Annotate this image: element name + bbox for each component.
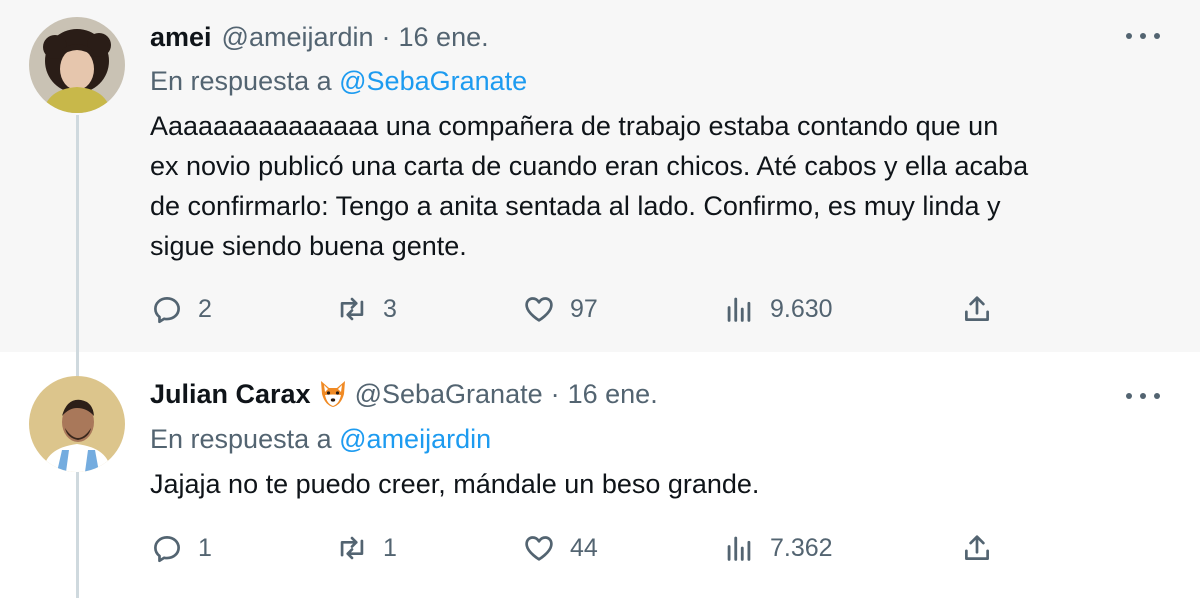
reply-to-link[interactable]: @SebaGranate (339, 66, 527, 96)
fox-face-icon (320, 381, 345, 407)
tweet-header: Julian Carax @SebaGranate · 16 ene. (150, 378, 658, 410)
heart-icon (525, 536, 553, 561)
avatar-image (29, 17, 125, 113)
reply-button[interactable]: 2 (150, 291, 212, 327)
retweet-icon (340, 297, 364, 321)
like-button[interactable]: 97 (522, 291, 598, 327)
views-chart-icon (727, 536, 751, 561)
thread-connector-line (76, 115, 79, 352)
avatar-julian-carax[interactable] (29, 376, 125, 472)
reply-context: En respuesta a @ameijardin (150, 424, 491, 455)
tweet-header: amei @ameijardin · 16 ene. (150, 22, 489, 53)
more-options-icon[interactable] (1126, 24, 1160, 48)
share-icon (965, 296, 989, 321)
thread-connector-line (76, 352, 79, 378)
reply-button[interactable]: 1 (150, 530, 212, 566)
reply-count: 1 (198, 533, 212, 562)
retweet-icon (340, 536, 364, 560)
reply-count: 2 (198, 294, 212, 323)
views-button[interactable]: 7.362 (722, 530, 833, 566)
tweet-text: Aaaaaaaaaaaaaaa una compañera de trabajo… (150, 106, 1160, 266)
share-button[interactable] (960, 291, 994, 327)
reply-prefix: En respuesta a (150, 66, 332, 96)
heart-icon (525, 297, 553, 322)
tweet-date[interactable]: 16 ene. (568, 379, 658, 410)
avatar-image (29, 376, 125, 472)
tweet-thread: amei @ameijardin · 16 ene. En respuesta … (0, 0, 1200, 598)
like-count: 97 (570, 294, 598, 323)
like-button[interactable]: 44 (522, 530, 598, 566)
display-name[interactable]: Julian Carax (150, 379, 311, 410)
reply-to-link[interactable]: @ameijardin (339, 424, 491, 454)
tweet-text-line: de confirmarlo: Tengo a anita sentada al… (150, 191, 1001, 221)
tweet-text-line: Jajaja no te puedo creer, mándale un bes… (150, 469, 760, 499)
tweet-sebagranate[interactable]: Julian Carax @SebaGranate · 16 ene. En r… (0, 352, 1200, 598)
reply-icon (154, 536, 180, 563)
reply-prefix: En respuesta a (150, 424, 332, 454)
display-name[interactable]: amei (150, 22, 212, 53)
share-icon (965, 535, 989, 560)
more-options-icon[interactable] (1126, 384, 1160, 408)
tweet-text-line: ex novio publicó una carta de cuando era… (150, 151, 1029, 181)
retweet-button[interactable]: 3 (335, 291, 397, 327)
share-button[interactable] (960, 530, 994, 566)
user-handle[interactable]: @ameijardin (222, 22, 374, 53)
view-count: 9.630 (770, 294, 833, 323)
thread-connector-line (76, 472, 79, 598)
view-count: 7.362 (770, 533, 833, 562)
tweet-ameijardin[interactable]: amei @ameijardin · 16 ene. En respuesta … (0, 0, 1200, 352)
reply-icon (154, 297, 180, 324)
like-count: 44 (570, 533, 598, 562)
retweet-count: 3 (383, 294, 397, 323)
separator-dot: · (381, 22, 391, 52)
retweet-count: 1 (383, 533, 397, 562)
tweet-date[interactable]: 16 ene. (399, 22, 489, 53)
tweet-text-line: Aaaaaaaaaaaaaaa una compañera de trabajo… (150, 111, 999, 141)
reply-context: En respuesta a @SebaGranate (150, 66, 527, 97)
separator-dot: · (550, 378, 560, 409)
retweet-button[interactable]: 1 (335, 530, 397, 566)
tweet-text-line: sigue siendo buena gente. (150, 231, 467, 261)
tweet-text: Jajaja no te puedo creer, mándale un bes… (150, 464, 1160, 504)
user-handle[interactable]: @SebaGranate (355, 379, 543, 410)
views-chart-icon (727, 297, 751, 322)
avatar-amei[interactable] (29, 17, 125, 113)
views-button[interactable]: 9.630 (722, 291, 833, 327)
